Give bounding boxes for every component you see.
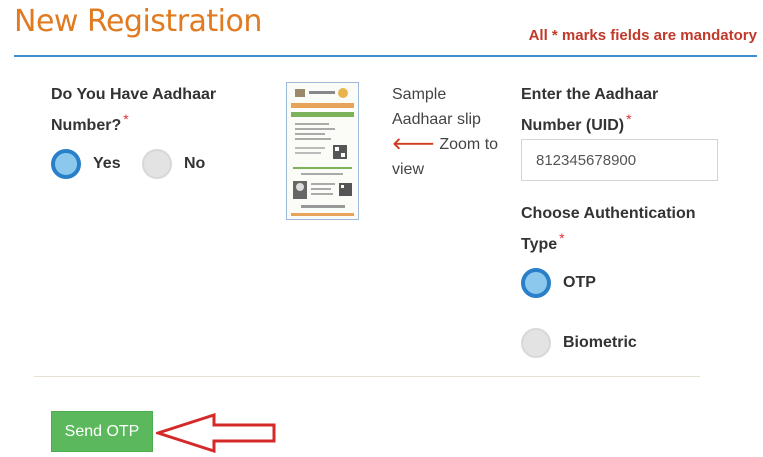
auth-type-label: Choose Authentication Type * [521, 201, 721, 257]
uid-label-text: Enter the Aadhaar Number (UID) [521, 86, 659, 134]
aadhaar-slip-thumbnail[interactable] [286, 82, 359, 220]
radio-yes-label[interactable]: Yes [93, 155, 121, 173]
zoom-to-text[interactable]: Zoom to [439, 136, 498, 153]
radio-yes-circle[interactable] [51, 149, 81, 179]
radio-no-label[interactable]: No [184, 155, 205, 173]
form-divider [34, 376, 700, 377]
pointer-arrow-icon [156, 413, 276, 453]
page-title: New Registration [14, 4, 262, 39]
header-rule [14, 55, 757, 57]
send-otp-button[interactable]: Send OTP [51, 411, 153, 452]
mandatory-note: All * marks fields are mandatory [528, 27, 757, 44]
sample-line-4[interactable]: view [392, 157, 502, 182]
uid-field-label: Enter the Aadhaar Number (UID) * [521, 82, 711, 138]
arrow-left-icon: 🡐 [392, 136, 435, 153]
radio-otp-circle[interactable] [521, 268, 551, 298]
zoom-to-view-link[interactable]: 🡐 Zoom to [392, 132, 502, 157]
required-asterisk: * [123, 111, 129, 127]
sample-slip-caption: Sample Aadhaar slip 🡐 Zoom to view [392, 82, 502, 182]
aadhaar-number-input[interactable] [521, 139, 718, 181]
radio-no[interactable]: No [142, 149, 205, 179]
radio-biometric-circle[interactable] [521, 328, 551, 358]
radio-biometric[interactable]: Biometric [521, 328, 637, 358]
radio-otp[interactable]: OTP [521, 268, 596, 298]
aadhaar-question-text: Do You Have Aadhaar Number? [51, 86, 217, 134]
aadhaar-question-label: Do You Have Aadhaar Number? * [51, 82, 241, 138]
sample-line-2: Aadhaar slip [392, 111, 481, 128]
aadhaar-slip-image [287, 83, 358, 219]
radio-yes[interactable]: Yes [51, 149, 121, 179]
required-asterisk: * [559, 230, 565, 246]
required-asterisk: * [626, 111, 632, 127]
radio-otp-label[interactable]: OTP [563, 274, 596, 292]
sample-line-1: Sample [392, 86, 447, 103]
radio-no-circle[interactable] [142, 149, 172, 179]
auth-type-text: Choose Authentication Type [521, 205, 696, 253]
radio-biometric-label[interactable]: Biometric [563, 334, 637, 352]
